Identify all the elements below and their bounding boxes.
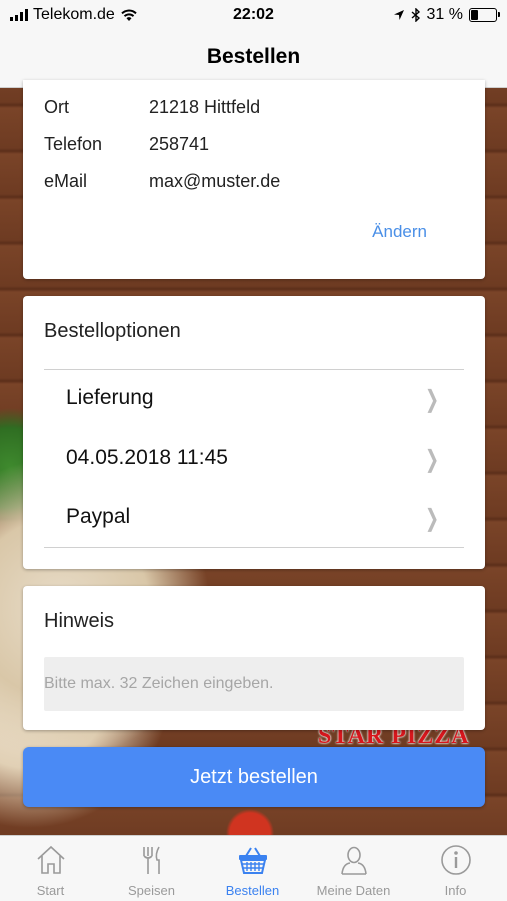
tab-start[interactable]: Start [0, 836, 101, 901]
note-title: Hinweis [44, 610, 115, 632]
tab-bestellen[interactable]: Bestellen [202, 836, 303, 901]
option-delivery[interactable]: Lieferung ❯ [44, 369, 464, 429]
location-icon [393, 10, 404, 20]
basket-icon [238, 847, 267, 874]
note-card: Hinweis [23, 586, 485, 730]
option-payment[interactable]: Paypal ❯ [44, 488, 464, 548]
battery-icon [469, 8, 500, 22]
address-key: Ort [44, 97, 69, 117]
battery-percent: 31 % [426, 6, 463, 23]
order-options-card: Bestelloptionen Lieferung ❯ 04.05.2018 1… [23, 296, 485, 569]
option-datetime[interactable]: 04.05.2018 11:45 ❯ [44, 429, 464, 489]
address-value: 258741 [149, 134, 210, 154]
order-options-title: Bestelloptionen [44, 320, 181, 342]
bluetooth-icon [411, 8, 420, 22]
tab-info[interactable]: Info [404, 836, 507, 901]
address-key: Telefon [44, 134, 103, 154]
battery-fill [471, 10, 478, 20]
address-value: max@muster.de [149, 171, 281, 191]
tab-label: Bestellen [225, 883, 280, 898]
option-label: 04.05.2018 11:45 [66, 446, 228, 469]
chevron-right-icon: ❯ [424, 504, 439, 532]
cutlery-icon [142, 846, 160, 874]
chevron-right-icon: ❯ [424, 385, 439, 413]
divider [44, 547, 464, 548]
status-bar: Telekom.de 22:02 31 % [0, 0, 507, 30]
tab-speisen[interactable]: Speisen [101, 836, 202, 901]
tab-label: Speisen [128, 883, 175, 898]
option-label: Paypal [66, 505, 131, 528]
order-now-button[interactable]: Jetzt bestellen [23, 747, 485, 807]
address-key: eMail [44, 171, 88, 191]
chevron-right-icon: ❯ [424, 445, 439, 473]
user-icon [340, 846, 367, 875]
status-right: 31 % [393, 6, 500, 24]
address-card: Ort 21218 Hittfeld Telefon 258741 eMail … [23, 80, 485, 279]
home-icon [36, 845, 65, 874]
change-address-link[interactable]: Ändern [372, 222, 427, 242]
tab-label: Start [36, 883, 65, 898]
note-input[interactable] [44, 657, 464, 711]
tab-bar: Start Speisen Bestellen Meine Daten Info [0, 835, 507, 901]
page-title: Bestellen [206, 45, 301, 68]
tab-meine-daten[interactable]: Meine Daten [303, 836, 404, 901]
option-label: Lieferung [66, 386, 154, 409]
tab-label: Info [444, 883, 467, 898]
info-icon [440, 845, 471, 875]
address-value: 21218 Hittfeld [149, 97, 261, 117]
tab-label: Meine Daten [316, 883, 391, 898]
